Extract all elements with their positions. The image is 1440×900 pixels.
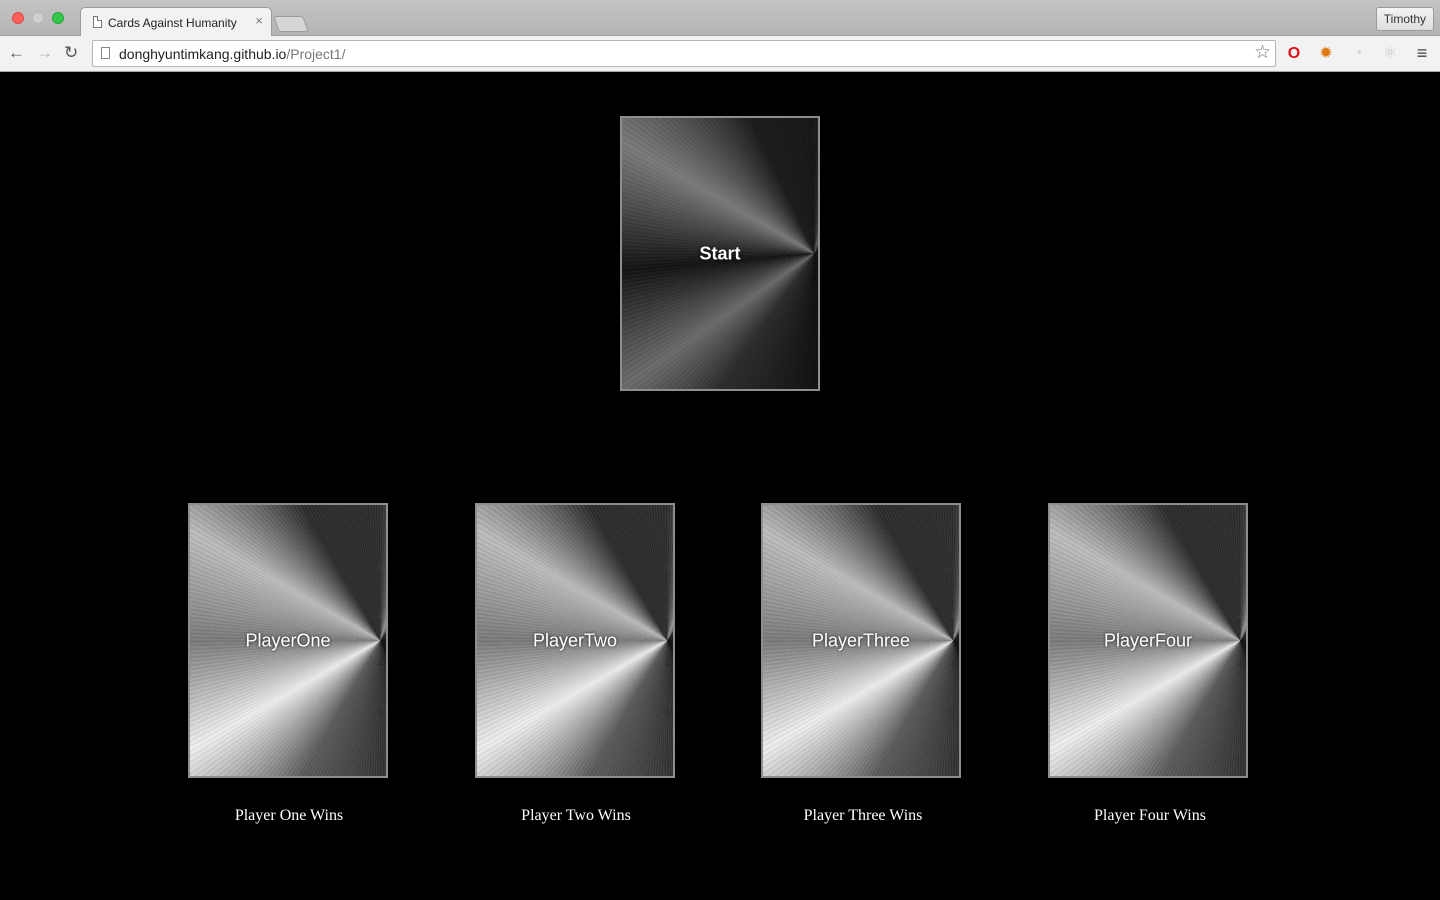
player-four-card-label: PlayerFour (1103, 630, 1193, 650)
start-card-label: Start (699, 243, 741, 263)
player-two-card[interactable]: PlayerTwo (475, 503, 675, 778)
minimize-window-button[interactable] (32, 12, 44, 24)
reload-icon[interactable]: ↻ (64, 44, 78, 62)
maximize-window-button[interactable] (52, 12, 64, 24)
tab-title: Cards Against Humanity (108, 16, 237, 30)
player-one-card-label: PlayerOne (245, 630, 331, 650)
ring-extension-icon[interactable]: ◔ (1348, 44, 1368, 64)
player-four-wins-text: Player Four Wins (1094, 807, 1206, 824)
bookmark-star-icon[interactable]: ☆ (1254, 43, 1271, 63)
player-one-card[interactable]: PlayerOne (188, 503, 388, 778)
player-three-card-label: PlayerThree (811, 630, 911, 650)
opera-extension-icon[interactable]: O (1284, 44, 1304, 64)
player-one-wins-text: Player One Wins (234, 807, 344, 824)
new-tab-button[interactable] (273, 16, 309, 32)
back-arrow-icon[interactable]: ← (8, 44, 25, 62)
url-text: donghyuntimkang.github.io/Project1/ (119, 46, 345, 62)
browser-menu-icon[interactable]: ≡ (1413, 43, 1431, 63)
address-bar[interactable]: donghyuntimkang.github.io/Project1/ ☆ (92, 40, 1276, 67)
player-two-wins-text: Player Two Wins (521, 807, 631, 824)
forward-arrow-icon[interactable]: → (36, 44, 53, 62)
profile-button[interactable]: Timothy (1375, 7, 1434, 31)
close-window-button[interactable] (12, 12, 24, 24)
lion-extension-icon[interactable]: ✹ (1316, 44, 1336, 64)
tab-strip: Cards Against Humanity × Timothy (0, 0, 1440, 37)
url-path: /Project1/ (286, 46, 346, 62)
game-page: Start PlayerOne PlayerTwo PlayerThree Pl… (0, 72, 1440, 900)
page-icon (101, 47, 110, 59)
react-extension-icon[interactable]: ⚛ (1380, 44, 1400, 64)
tab-close-icon[interactable]: × (255, 13, 263, 28)
browser-toolbar: ← → ↻ donghyuntimkang.github.io/Project1… (0, 36, 1440, 72)
url-host: donghyuntimkang.github.io (119, 46, 287, 62)
browser-tab-active[interactable]: Cards Against Humanity × (80, 7, 272, 37)
start-card[interactable]: Start (620, 116, 820, 391)
browser-chrome: Cards Against Humanity × Timothy ← → ↻ d… (0, 0, 1440, 72)
player-two-card-label: PlayerTwo (532, 630, 618, 650)
page-icon (93, 16, 102, 28)
player-four-card[interactable]: PlayerFour (1048, 503, 1248, 778)
player-three-card[interactable]: PlayerThree (761, 503, 961, 778)
player-three-wins-text: Player Three Wins (803, 807, 923, 824)
